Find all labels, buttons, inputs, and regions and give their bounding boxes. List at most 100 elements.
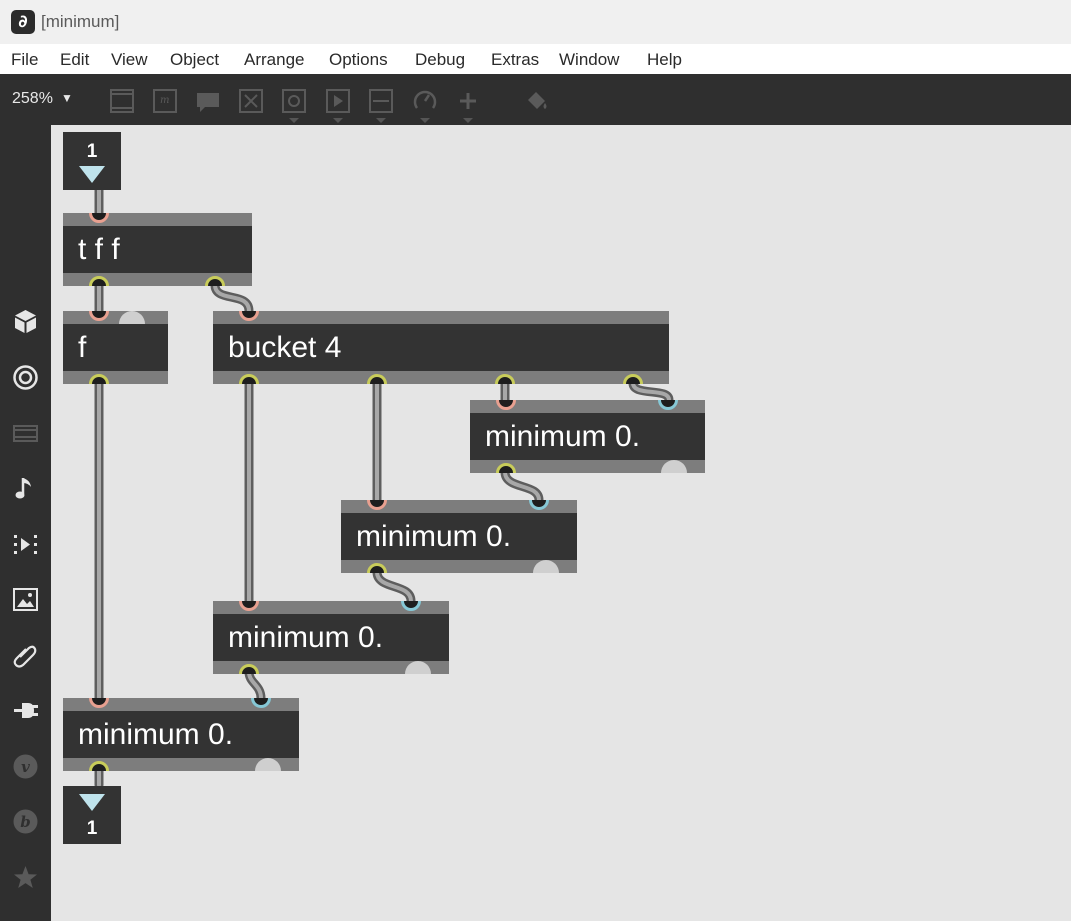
patcher-canvas[interactable]: 1 t f f f bucket 4 minimum 0. minimum 0. [51, 125, 1071, 921]
outlet-port[interactable] [239, 374, 259, 384]
object-text: minimum 0. [356, 519, 512, 553]
cord [500, 467, 544, 505]
object-minimum[interactable]: minimum 0. [341, 500, 577, 573]
outlet-number: 1 [86, 818, 98, 839]
dial-dropdown-icon[interactable] [420, 118, 430, 123]
menu-file[interactable]: File [11, 50, 38, 70]
plug-icon[interactable] [12, 697, 39, 724]
vizzie-icon[interactable]: v [12, 753, 39, 780]
svg-text:m: m [160, 95, 169, 106]
outlet-port[interactable] [89, 276, 109, 286]
inlet-port[interactable] [239, 601, 259, 611]
outlet-arrow-icon [79, 794, 105, 811]
plus-icon[interactable] [455, 88, 481, 114]
plus-dropdown-icon[interactable] [463, 118, 473, 123]
button-icon[interactable] [281, 88, 307, 114]
inlet-port[interactable] [496, 400, 516, 410]
outlet-port[interactable] [367, 374, 387, 384]
object-float[interactable]: f [63, 311, 168, 384]
cord [628, 378, 674, 405]
max-app-icon: ∂ [11, 10, 35, 34]
menu-options[interactable]: Options [329, 50, 388, 70]
menu-arrange[interactable]: Arrange [244, 50, 304, 70]
zoom-dropdown-icon[interactable]: ▼ [61, 91, 73, 105]
outlet-port-inactive [661, 460, 687, 473]
slider-dropdown-icon[interactable] [376, 118, 386, 123]
object-text: bucket 4 [228, 330, 342, 364]
outlet-port[interactable] [239, 664, 259, 674]
inlet-object[interactable]: 1 [63, 132, 121, 190]
toggle-icon[interactable] [238, 88, 264, 114]
media-play-icon[interactable] [12, 531, 39, 558]
menu-extras[interactable]: Extras [491, 50, 539, 70]
inlet-port[interactable] [239, 311, 259, 321]
inlet-port[interactable] [367, 500, 387, 510]
inlet-port-cold[interactable] [401, 601, 421, 611]
menu-window[interactable]: Window [559, 50, 619, 70]
cord [244, 667, 266, 703]
inlet-port-cold[interactable] [529, 500, 549, 510]
object-minimum[interactable]: minimum 0. [470, 400, 705, 473]
paperclip-icon[interactable] [12, 642, 39, 669]
comment-icon[interactable] [195, 88, 221, 114]
message-icon[interactable]: m [152, 88, 178, 114]
dial-icon[interactable] [412, 88, 438, 114]
inlet-port-cold[interactable] [119, 311, 145, 324]
target-icon[interactable] [12, 364, 39, 391]
inlet-port[interactable] [89, 698, 109, 708]
slider-icon[interactable] [368, 88, 394, 114]
playbar-icon[interactable] [325, 88, 351, 114]
outlet-port[interactable] [89, 374, 109, 384]
menu-view[interactable]: View [111, 50, 148, 70]
beap-icon[interactable]: b [12, 808, 39, 835]
left-sidebar: v b [0, 125, 51, 921]
video-icon[interactable] [12, 420, 39, 447]
outlet-port[interactable] [367, 563, 387, 573]
title-bar: ∂ [minimum] [0, 0, 1071, 44]
music-note-icon[interactable] [12, 475, 39, 502]
menu-edit[interactable]: Edit [60, 50, 89, 70]
outlet-port[interactable] [205, 276, 225, 286]
outlet-port[interactable] [89, 761, 109, 771]
paint-bucket-icon[interactable] [524, 88, 550, 114]
outlet-port[interactable] [496, 463, 516, 473]
object-text: f [78, 330, 87, 364]
menu-bar: File Edit View Object Arrange Options De… [0, 44, 1071, 74]
star-icon[interactable] [12, 864, 39, 891]
svg-text:b: b [20, 813, 31, 831]
object-text: minimum 0. [228, 620, 384, 654]
menu-debug[interactable]: Debug [415, 50, 465, 70]
newobject-icon[interactable] [109, 88, 135, 114]
window-title: [minimum] [41, 12, 120, 31]
object-bucket[interactable]: bucket 4 [213, 311, 669, 384]
object-text: t f f [78, 232, 120, 266]
svg-text:v: v [21, 758, 30, 776]
menu-object[interactable]: Object [170, 50, 219, 70]
playbar-dropdown-icon[interactable] [333, 118, 343, 123]
inlet-port[interactable] [89, 213, 109, 223]
outlet-port-inactive [255, 758, 281, 771]
object-trigger[interactable]: t f f [63, 213, 252, 286]
inlet-number: 1 [86, 141, 98, 162]
object-text: minimum 0. [485, 419, 641, 453]
inlet-port-cold[interactable] [658, 400, 678, 410]
zoom-level[interactable]: 258% [12, 90, 53, 108]
object-minimum[interactable]: minimum 0. [63, 698, 299, 771]
inlet-port-cold[interactable] [251, 698, 271, 708]
cord [210, 280, 254, 316]
outlet-object[interactable]: 1 [63, 786, 121, 844]
inlet-arrow-icon [79, 166, 105, 183]
package-icon[interactable] [12, 308, 39, 335]
button-dropdown-icon[interactable] [289, 118, 299, 123]
image-icon[interactable] [12, 586, 39, 613]
outlet-port[interactable] [623, 374, 643, 384]
toolbar: 258% ▼ m [0, 74, 1071, 125]
object-text: minimum 0. [78, 717, 234, 751]
menu-help[interactable]: Help [647, 50, 682, 70]
outlet-port-inactive [405, 661, 431, 674]
outlet-port-inactive [533, 560, 559, 573]
inlet-port[interactable] [89, 311, 109, 321]
object-minimum[interactable]: minimum 0. [213, 601, 449, 674]
outlet-port[interactable] [495, 374, 515, 384]
cord [372, 567, 416, 606]
